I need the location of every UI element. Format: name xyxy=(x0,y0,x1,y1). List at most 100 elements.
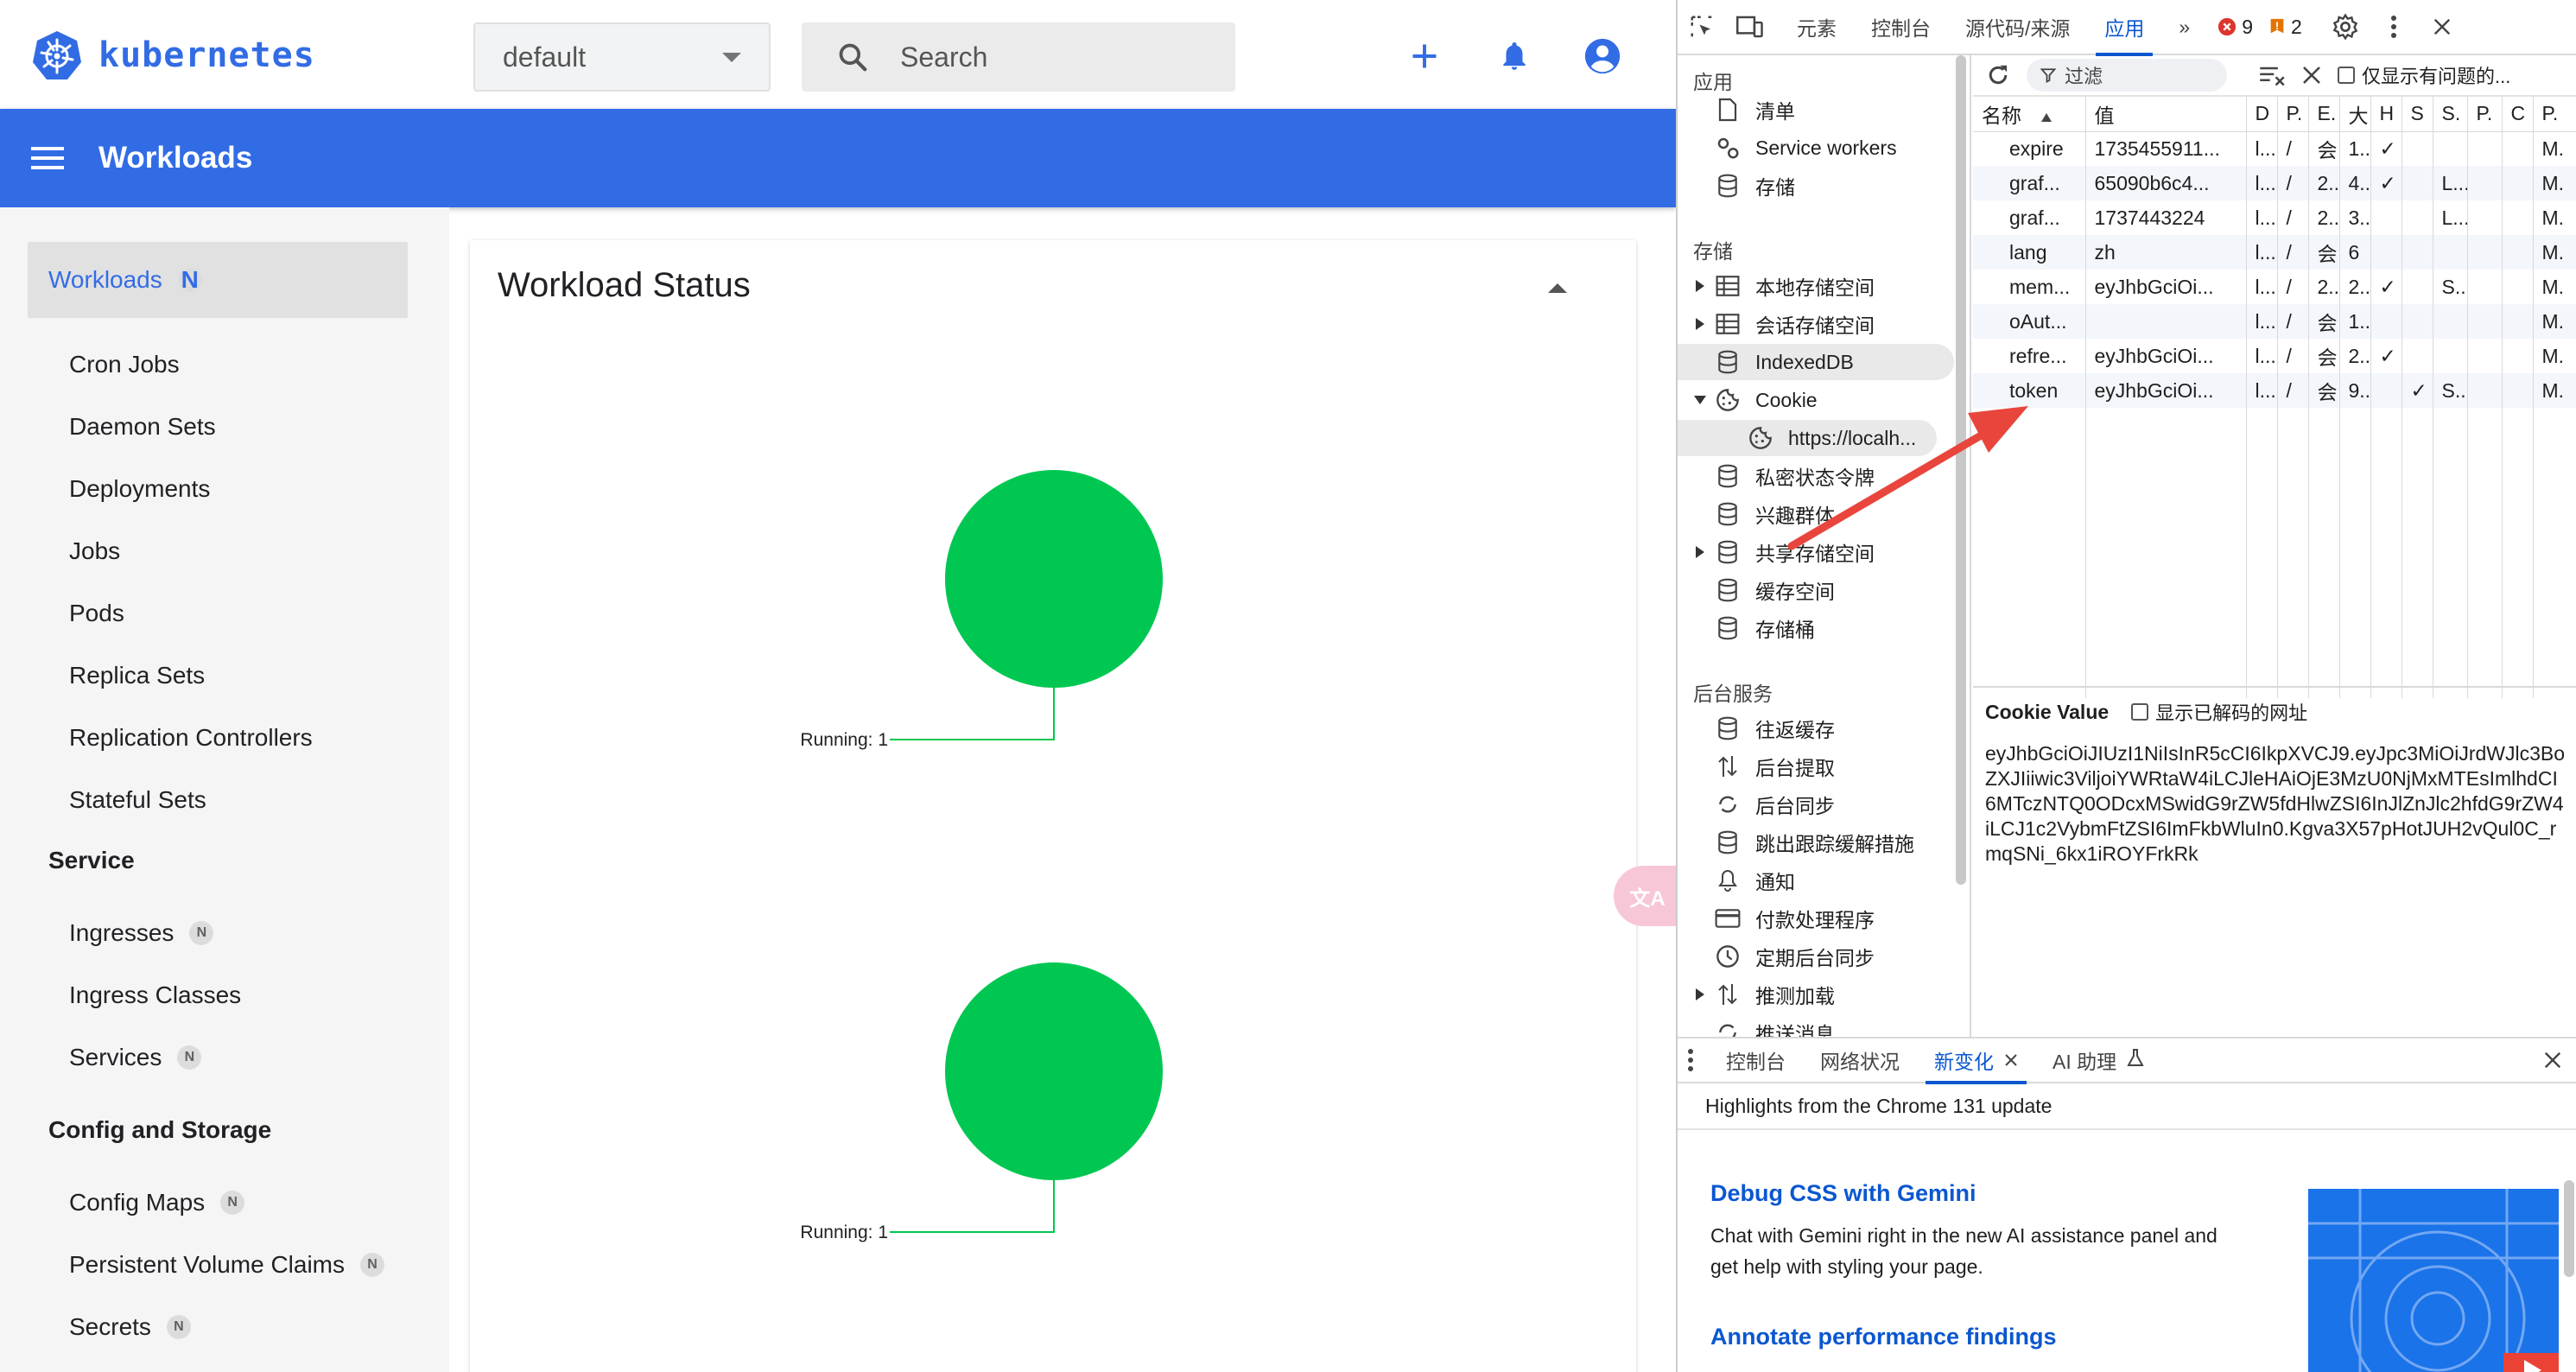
cookie-row[interactable]: mem...eyJhbGciOi...l.../2...2...✓S...M. xyxy=(1973,270,2576,304)
sidebar-item-daemon-sets[interactable]: Daemon Sets xyxy=(69,413,216,441)
column-header[interactable]: 名称 xyxy=(1973,97,2086,132)
collapsed-arrow-icon[interactable] xyxy=(1688,280,1712,292)
cookie-row[interactable]: graf...1737443224l.../2...3... L... M. xyxy=(1973,200,2576,235)
drawer-tab[interactable]: 网络状况 xyxy=(1803,1038,1917,1083)
show-decoded-checkbox[interactable]: 显示已解码的网址 xyxy=(2131,698,2307,726)
tree-item[interactable]: IndexedDB xyxy=(1678,344,1954,380)
cookie-row[interactable]: oAut... l.../会1... M. xyxy=(1973,304,2576,339)
tree-item[interactable]: 缓存空间 xyxy=(1678,572,1954,608)
cookie-row[interactable]: lang zh l... / 会 6 M. xyxy=(1973,235,2576,270)
tree-item[interactable]: Cookie xyxy=(1678,382,1954,418)
menu-icon[interactable] xyxy=(31,147,64,169)
tree-item[interactable]: 兴趣群体 xyxy=(1678,496,1954,532)
sidebar-item-config-maps[interactable]: Config Maps N xyxy=(69,1189,245,1216)
sidebar-section-config-storage[interactable]: Config and Storage xyxy=(48,1116,271,1144)
collapsed-arrow-icon[interactable] xyxy=(1688,546,1712,558)
user-account-button[interactable] xyxy=(1583,36,1622,76)
error-counter[interactable]: 9 xyxy=(2218,16,2253,39)
clear-filtered-cookies-icon[interactable] xyxy=(2258,63,2286,87)
sidebar-item-deployments[interactable]: Deployments xyxy=(69,475,210,503)
column-header[interactable]: P. xyxy=(2467,97,2503,132)
translate-float-button[interactable]: 文A xyxy=(1614,866,1676,926)
drawer-menu-icon[interactable] xyxy=(1686,1048,1695,1072)
article-link-debug-css[interactable]: Debug CSS with Gemini xyxy=(1710,1180,1976,1207)
sidebar-item-replica-sets[interactable]: Replica Sets xyxy=(69,662,205,689)
column-header[interactable]: H xyxy=(2370,97,2402,132)
sidebar-section-service[interactable]: Service xyxy=(48,847,135,874)
sidebar-item-replication-controllers[interactable]: Replication Controllers xyxy=(69,724,313,752)
search-input[interactable]: Search xyxy=(802,22,1235,92)
tree-item[interactable]: 付款处理程序 xyxy=(1678,900,1954,937)
cookie-row[interactable]: tokeneyJhbGciOi...l.../会9... ✓S... M. xyxy=(1973,373,2576,408)
devtools-tab[interactable]: 控制台 xyxy=(1854,0,1948,54)
tree-item[interactable]: 本地存储空间 xyxy=(1678,268,1954,304)
column-header[interactable]: P. xyxy=(2277,97,2309,132)
column-header[interactable]: E. xyxy=(2308,97,2340,132)
article-link-annotate-performance[interactable]: Annotate performance findings xyxy=(1710,1324,2057,1350)
warning-counter[interactable]: 2 xyxy=(2268,16,2302,39)
customize-menu-button[interactable] xyxy=(2370,0,2418,54)
column-header[interactable]: S. xyxy=(2433,97,2468,132)
devtools-tab[interactable]: 源代码/来源 xyxy=(1948,0,2087,54)
collapsed-arrow-icon[interactable] xyxy=(1688,318,1712,330)
column-header[interactable]: 值 xyxy=(2085,97,2247,132)
column-header[interactable]: P. xyxy=(2533,97,2576,132)
column-header[interactable]: 大 xyxy=(2339,97,2371,132)
devtools-tab[interactable]: 元素 xyxy=(1780,0,1854,54)
filter-input[interactable]: 过滤 xyxy=(2027,59,2227,92)
tree-item[interactable]: 推送消息 xyxy=(1678,1014,1954,1037)
devtools-tab[interactable]: 应用 xyxy=(2087,0,2161,56)
only-issues-checkbox[interactable]: 仅显示有问题的... xyxy=(2338,61,2510,89)
tree-item[interactable]: 后台提取 xyxy=(1678,748,1954,784)
cookie-row[interactable]: expire1735455911...l.../会1...✓ M. xyxy=(1973,131,2576,166)
refresh-icon[interactable] xyxy=(1985,62,2011,88)
tree-item[interactable]: 存储 xyxy=(1678,168,1954,204)
sidebar-scrollbar[interactable] xyxy=(1956,55,1966,885)
column-header[interactable]: D xyxy=(2246,97,2278,132)
create-button[interactable] xyxy=(1405,36,1444,76)
more-tabs-button[interactable]: » xyxy=(2161,0,2207,54)
sidebar-item-workloads[interactable]: Workloads N xyxy=(28,242,408,318)
tree-item[interactable]: 推测加载 xyxy=(1678,976,1954,1013)
sidebar-item-cron-jobs[interactable]: Cron Jobs xyxy=(69,351,180,378)
tree-item[interactable]: 清单 xyxy=(1678,92,1954,128)
collapsed-arrow-icon[interactable] xyxy=(1688,988,1712,1000)
close-tab-icon[interactable] xyxy=(2004,1049,2018,1072)
drawer-tab[interactable]: 控制台 xyxy=(1709,1038,1803,1083)
tree-item[interactable]: 共享存储空间 xyxy=(1678,534,1954,570)
sidebar-item-ingress-classes[interactable]: Ingress Classes xyxy=(69,981,241,1009)
inspect-element-button[interactable] xyxy=(1678,0,1726,54)
close-devtools-button[interactable] xyxy=(2418,0,2466,54)
kubernetes-logo[interactable]: kubernetes xyxy=(31,29,315,81)
pie-slice-running[interactable] xyxy=(945,962,1163,1180)
tree-item[interactable]: 后台同步 xyxy=(1678,786,1954,823)
tree-item[interactable]: 会话存储空间 xyxy=(1678,306,1954,342)
drawer-scrollbar[interactable] xyxy=(2564,1180,2574,1277)
tree-item[interactable]: 往返缓存 xyxy=(1678,710,1954,746)
tree-item[interactable]: 通知 xyxy=(1678,862,1954,899)
sidebar-item-stateful-sets[interactable]: Stateful Sets xyxy=(69,786,206,814)
tree-item[interactable]: 私密状态令牌 xyxy=(1678,458,1954,494)
tree-item[interactable]: 存储桶 xyxy=(1678,610,1954,646)
cookie-row[interactable]: graf...65090b6c4...l.../2...4...✓ L... M. xyxy=(1973,166,2576,200)
pie-slice-running[interactable] xyxy=(945,470,1163,688)
cookie-row[interactable]: refre...eyJhbGciOi...l.../会2...✓ M. xyxy=(1973,339,2576,373)
column-header[interactable]: S xyxy=(2402,97,2433,132)
drawer-tab[interactable]: 新变化 xyxy=(1917,1038,2035,1084)
sidebar-item-persistent-volume-claims[interactable]: Persistent Volume Claims N xyxy=(69,1251,385,1279)
column-header[interactable]: C xyxy=(2502,97,2534,132)
collapse-arrow-icon[interactable] xyxy=(1548,283,1567,293)
expanded-arrow-icon[interactable] xyxy=(1688,396,1712,404)
tree-item[interactable]: 跳出跟踪缓解措施 xyxy=(1678,824,1954,861)
close-drawer-icon[interactable] xyxy=(2543,1051,2562,1070)
device-toolbar-button[interactable] xyxy=(1726,0,1774,54)
sidebar-item-secrets[interactable]: Secrets N xyxy=(69,1313,191,1341)
cookie-value-text[interactable]: eyJhbGciOiJIUzI1NiIsInR5cCI6IkpXVCJ9.eyJ… xyxy=(1985,741,2566,867)
settings-button[interactable] xyxy=(2321,0,2370,54)
sidebar-item-services[interactable]: Services N xyxy=(69,1044,202,1071)
notifications-button[interactable] xyxy=(1494,36,1534,76)
sidebar-item-jobs[interactable]: Jobs xyxy=(69,537,120,565)
clear-all-icon[interactable] xyxy=(2301,65,2322,86)
sidebar-item-pods[interactable]: Pods xyxy=(69,600,124,627)
tree-item[interactable]: 定期后台同步 xyxy=(1678,938,1954,975)
